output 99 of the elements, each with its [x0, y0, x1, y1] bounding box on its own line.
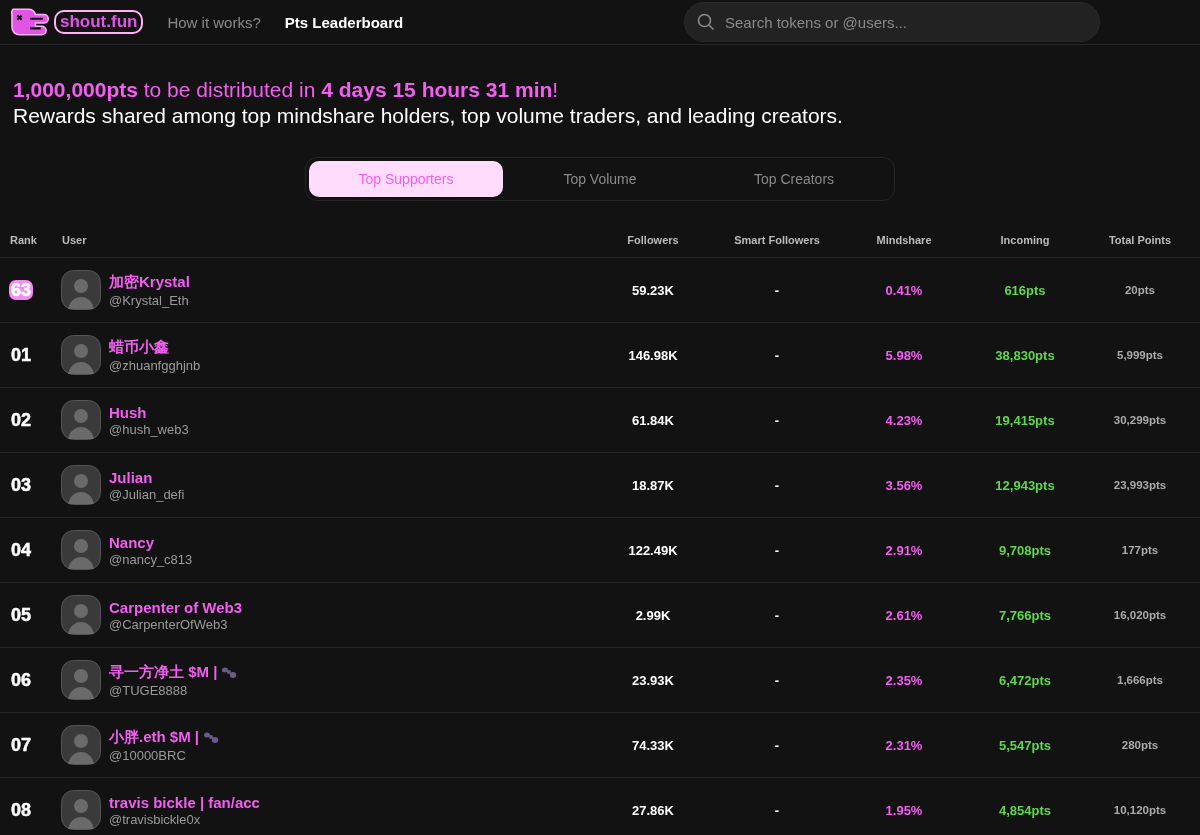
table-cell-text: 1,666pts: [1116, 674, 1164, 686]
user-name[interactable]: Nancy: [109, 533, 155, 551]
reward-description: Rewards shared among top mindshare holders, top volume traders, and leading creators.: [13, 103, 844, 129]
user-name[interactable]: 蜡币小鑫: [109, 337, 169, 357]
table-cell-text: 6,472pts: [997, 672, 1052, 688]
table-cell-text: 2.35%: [884, 672, 924, 688]
table-cell-text: -: [773, 802, 781, 818]
leaderboard-tab[interactable]: Top Volume: [503, 161, 697, 197]
table-cell-text: 177pts: [1120, 544, 1160, 556]
table-cell-text: -: [773, 347, 781, 363]
table-cell-text: -: [773, 412, 781, 428]
table-cell-text: -: [773, 282, 781, 298]
table-cell-text: 5,999pts: [1116, 349, 1164, 361]
table-cell-text: 2.91%: [884, 542, 924, 558]
avatar-placeholder: [61, 725, 101, 765]
user-handle: @Julian_defi: [109, 486, 185, 502]
table-cell-text: 12,943pts: [994, 477, 1056, 493]
table-cell-text: 0.41%: [884, 282, 924, 298]
avatar-placeholder: [61, 790, 101, 830]
ant-icon: [203, 730, 220, 744]
logo-wordmark[interactable]: shout.fun: [54, 10, 144, 34]
avatar-placeholder: [61, 530, 101, 570]
table-cell-text: 23.93K: [631, 672, 675, 688]
nav-link[interactable]: How it works?: [167, 13, 261, 31]
user-handle: @zhuanfgghjnb: [109, 357, 201, 373]
avatar-placeholder: [61, 660, 101, 700]
ant-icon: [221, 665, 238, 679]
user-name[interactable]: Hush: [109, 403, 147, 421]
column-header: Mindshare: [875, 234, 933, 246]
table-cell-text: 2.99K: [634, 607, 672, 623]
user-handle: @CarpenterOfWeb3: [109, 616, 229, 632]
avatar-placeholder: [61, 270, 101, 310]
column-header: Total Points: [1107, 234, 1173, 246]
rank-number: 05: [10, 604, 33, 625]
column-header: Smart Followers: [733, 234, 821, 246]
table-cell-text: 9,708pts: [997, 542, 1052, 558]
table-cell-text: 146.98K: [627, 347, 679, 363]
table-cell-text: 5,547pts: [997, 737, 1052, 753]
table-cell-text: 7,766pts: [997, 607, 1052, 623]
table-cell-text: 59.23K: [631, 282, 675, 298]
user-name[interactable]: 小胖.eth $M |: [109, 727, 200, 747]
rank-number: 06: [10, 669, 33, 690]
table-cell-text: -: [773, 477, 781, 493]
user-name[interactable]: Julian: [109, 468, 153, 486]
nav-link[interactable]: Pts Leaderboard: [284, 13, 404, 31]
table-cell-text: -: [773, 607, 781, 623]
avatar-placeholder: [61, 595, 101, 635]
rank-number: 08: [10, 799, 33, 820]
table-cell-text: 23,993pts: [1112, 479, 1168, 491]
search-field[interactable]: Search tokens or @users...: [684, 2, 1100, 42]
rank-number: 03: [10, 474, 33, 495]
table-cell-text: 122.49K: [627, 542, 679, 558]
table-cell-text: 2.61%: [884, 607, 924, 623]
rank-number: 04: [10, 539, 33, 560]
user-handle: @hush_web3: [109, 421, 189, 437]
rank-number: 02: [10, 409, 33, 430]
table-cell-text: 20pts: [1123, 284, 1156, 296]
table-cell-text: -: [773, 672, 781, 688]
table-cell-text: 61.84K: [631, 412, 675, 428]
table-cell-text: 30,299pts: [1112, 414, 1168, 426]
table-cell-text: 19,415pts: [994, 412, 1056, 428]
table-cell-text: 27.86K: [631, 802, 675, 818]
user-handle: @TUGE8888: [109, 682, 189, 698]
table-cell-text: -: [773, 542, 781, 558]
rank-number: 07: [10, 734, 33, 755]
user-handle: @Krystal_Eth: [109, 292, 190, 308]
avatar-placeholder: [61, 465, 101, 505]
table-cell-text: 10,120pts: [1112, 804, 1168, 816]
table-cell-text: 280pts: [1120, 739, 1160, 751]
leaderboard-tab[interactable]: Top Creators: [697, 161, 891, 197]
table-cell-text: 2.31%: [884, 737, 924, 753]
table-cell-text: 4,854pts: [997, 802, 1052, 818]
user-name[interactable]: 寻一方净土 $M |: [109, 662, 218, 682]
user-name[interactable]: 加密Krystal: [109, 272, 190, 292]
search-icon: [697, 13, 715, 31]
table-cell-text: 16,020pts: [1112, 609, 1168, 621]
table-cell-text: 38,830pts: [994, 347, 1056, 363]
user-handle: @travisbickle0x: [109, 811, 202, 827]
table-cell-text: 74.33K: [631, 737, 675, 753]
table-cell-text: -: [773, 737, 781, 753]
table-cell-text: 18.87K: [631, 477, 675, 493]
reward-headline: 1,000,000pts to be distributed in 4 days 15 hours 31 min!: [13, 77, 560, 103]
column-header: User: [61, 234, 88, 246]
table-cell-text: 616pts: [1003, 282, 1047, 298]
table-cell-text: 3.56%: [884, 477, 924, 493]
column-header: Followers: [626, 234, 680, 246]
table-cell-text: 1.95%: [884, 802, 924, 818]
table-cell-text: 5.98%: [884, 347, 924, 363]
user-handle: @10000BRC: [109, 747, 187, 763]
user-name[interactable]: Carpenter of Web3: [109, 598, 243, 616]
rank-number: 01: [10, 344, 33, 365]
column-header: Incoming: [999, 234, 1051, 246]
avatar-placeholder: [61, 400, 101, 440]
user-handle: @nancy_c813: [109, 551, 193, 567]
table-cell-text: 4.23%: [884, 412, 924, 428]
column-header: Rank: [9, 234, 38, 246]
avatar-placeholder: [61, 335, 101, 375]
rank-number: 63: [9, 279, 34, 300]
user-name[interactable]: travis bickle | fan/acc: [109, 793, 260, 811]
